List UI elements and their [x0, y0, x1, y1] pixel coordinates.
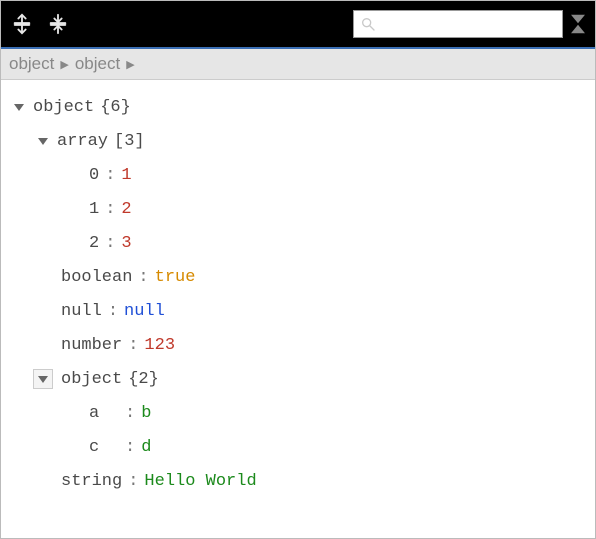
- node-value-string: b: [141, 405, 151, 422]
- node-key: boolean: [61, 269, 132, 286]
- breadcrumb-separator-icon: ▶: [60, 58, 68, 71]
- colon: :: [128, 337, 138, 354]
- toolbar: [1, 1, 595, 49]
- tree-node-array[interactable]: array [3]: [9, 124, 587, 158]
- breadcrumb-item[interactable]: object: [9, 54, 54, 74]
- node-value-number: 3: [121, 235, 131, 252]
- node-key: object: [61, 371, 122, 388]
- tree-leaf[interactable]: a : b: [9, 396, 587, 430]
- search-icon: [360, 16, 376, 32]
- node-meta: {2}: [128, 371, 159, 388]
- tree-leaf[interactable]: string : Hello World: [9, 464, 587, 498]
- node-value-string: Hello World: [144, 473, 256, 490]
- disclosure-triangle-icon[interactable]: [33, 131, 53, 151]
- node-value-boolean: true: [155, 269, 196, 286]
- node-value-number: 123: [144, 337, 175, 354]
- breadcrumb: object ▶ object ▶: [1, 49, 595, 80]
- disclosure-triangle-icon[interactable]: [33, 369, 53, 389]
- search-box[interactable]: [353, 10, 563, 38]
- json-viewer-app: object ▶ object ▶ object {6} array [3] 0…: [0, 0, 596, 539]
- colon: :: [105, 201, 115, 218]
- json-tree: object {6} array [3] 0 : 1 1 : 2 2 :: [1, 80, 595, 538]
- node-key: a: [89, 405, 119, 422]
- node-key: number: [61, 337, 122, 354]
- breadcrumb-item[interactable]: object: [75, 54, 120, 74]
- node-value-number: 1: [121, 167, 131, 184]
- toolbar-left-group: [11, 13, 69, 35]
- colon: :: [108, 303, 118, 320]
- node-key: null: [61, 303, 102, 320]
- colon: :: [125, 405, 135, 422]
- node-key: object: [33, 99, 94, 116]
- tree-leaf[interactable]: number : 123: [9, 328, 587, 362]
- tree-node-object[interactable]: object {2}: [9, 362, 587, 396]
- colon: :: [125, 439, 135, 456]
- node-key: array: [57, 133, 108, 150]
- tree-leaf[interactable]: 1 : 2: [9, 192, 587, 226]
- search-input[interactable]: [380, 15, 556, 33]
- node-key: string: [61, 473, 122, 490]
- colon: :: [138, 269, 148, 286]
- tree-leaf[interactable]: null : null: [9, 294, 587, 328]
- node-meta: {6}: [100, 99, 131, 116]
- node-meta: [3]: [114, 133, 145, 150]
- breadcrumb-separator-icon: ▶: [126, 58, 134, 71]
- node-value-string: d: [141, 439, 151, 456]
- node-key: 2: [89, 235, 99, 252]
- colon: :: [105, 235, 115, 252]
- expand-all-icon[interactable]: [11, 13, 33, 35]
- collapse-all-icon[interactable]: [47, 13, 69, 35]
- node-key: 0: [89, 167, 99, 184]
- search-nav-arrows: [571, 14, 585, 34]
- disclosure-triangle-icon[interactable]: [9, 97, 29, 117]
- colon: :: [128, 473, 138, 490]
- search-next-icon[interactable]: [571, 14, 585, 24]
- tree-node-root[interactable]: object {6}: [9, 90, 587, 124]
- tree-leaf[interactable]: c : d: [9, 430, 587, 464]
- search-wrap: [353, 10, 585, 38]
- node-key: c: [89, 439, 119, 456]
- node-value-null: null: [124, 303, 165, 320]
- colon: :: [105, 167, 115, 184]
- search-prev-icon[interactable]: [571, 24, 585, 34]
- tree-leaf[interactable]: 2 : 3: [9, 226, 587, 260]
- tree-leaf[interactable]: boolean : true: [9, 260, 587, 294]
- node-key: 1: [89, 201, 99, 218]
- node-value-number: 2: [121, 201, 131, 218]
- tree-leaf[interactable]: 0 : 1: [9, 158, 587, 192]
